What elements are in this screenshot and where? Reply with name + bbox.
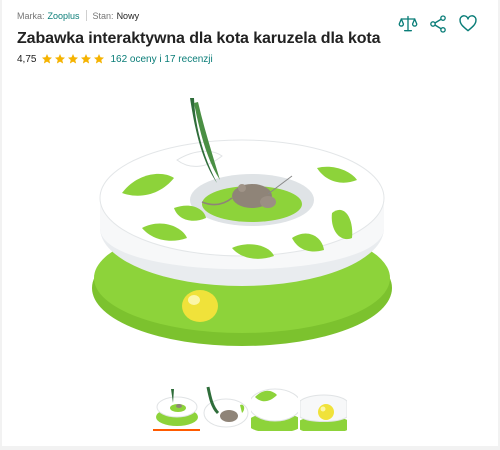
product-main-image[interactable] [82,78,412,378]
product-card: Marka: Zooplus Stan: Nowy Zabawka intera… [2,0,498,446]
heart-icon[interactable] [458,14,478,34]
rating-row: 4,75 162 oceny i 17 recenzji [17,53,213,65]
condition-value: Nowy [116,10,140,21]
thumbnail-3[interactable] [251,383,298,431]
rating-stars [41,53,106,65]
star-icon [55,54,66,64]
thumbnail-1[interactable] [153,383,200,431]
meta-divider [85,10,87,21]
product-actions [398,14,478,34]
star-icon [42,54,53,64]
thumbnail-4[interactable] [300,383,347,431]
star-icon [94,54,105,64]
condition-label: Stan: [92,10,114,21]
product-meta: Marka: Zooplus Stan: Nowy [17,10,139,21]
thumbnail-2[interactable] [202,383,249,431]
compare-scales-icon[interactable] [398,14,418,34]
brand-label: Marka: [17,10,45,21]
share-icon[interactable] [428,14,448,34]
rating-score: 4,75 [17,53,37,65]
star-icon [68,54,79,64]
reviews-link[interactable]: 162 oceny i 17 recenzji [110,54,212,65]
product-title: Zabawka interaktywna dla kota karuzela d… [17,30,381,47]
star-icon [81,54,92,64]
brand-link[interactable]: Zooplus [48,11,80,21]
thumbnail-gallery [153,383,347,431]
